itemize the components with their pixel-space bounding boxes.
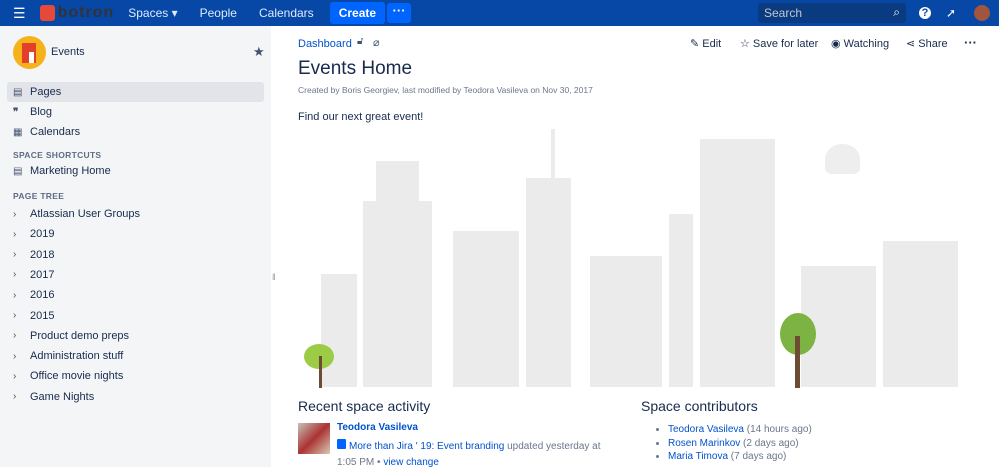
sidebar-item-pages[interactable]: ▤ Pages	[7, 82, 264, 102]
edit-button[interactable]: ✎ Edit	[690, 37, 721, 50]
chevron-right-icon[interactable]: ›	[13, 249, 25, 260]
page-tree-item[interactable]: › Atlassian User Groups	[7, 204, 264, 224]
quote-icon: ❞	[13, 106, 19, 118]
chevron-right-icon[interactable]: ›	[13, 269, 25, 280]
space-avatar[interactable]	[13, 36, 46, 69]
contributor-item: Rosen Marinkov (2 days ago)	[668, 437, 812, 451]
nav-calendars[interactable]: Calendars	[259, 6, 314, 20]
attachment-icon[interactable]: ⌀	[373, 36, 380, 49]
page-byline: Created by Boris Georgiev, last modified…	[298, 85, 593, 95]
notifications-icon[interactable]: ➚	[946, 6, 956, 20]
shortcuts-heading: SPACE SHORTCUTS	[13, 150, 102, 160]
chevron-right-icon[interactable]: ›	[13, 391, 25, 402]
shortcut-marketing-home[interactable]: ▤ Marketing Home	[7, 161, 264, 181]
menu-icon[interactable]: ☰	[13, 5, 26, 22]
chevron-right-icon[interactable]: ›	[13, 290, 25, 301]
intro-text: Find our next great event!	[298, 111, 424, 123]
page-tree-item[interactable]: › Game Nights	[7, 387, 264, 407]
page-tree-item[interactable]: › 2016	[7, 285, 264, 305]
restrictions-icon[interactable]: 🔓︎	[357, 36, 363, 47]
activity-user-avatar[interactable]	[298, 423, 330, 454]
contributors-heading: Space contributors	[641, 398, 758, 414]
page-icon: ▤	[13, 165, 23, 177]
star-icon[interactable]: ★	[253, 44, 265, 60]
search-icon: ⌕	[893, 5, 900, 19]
sidebar: Events ★ ▤ Pages ❞ Blog ▦ Calendars SPACE S…	[0, 26, 276, 467]
page-tree-item[interactable]: › 2018	[7, 245, 264, 265]
page-title: Events Home	[298, 58, 413, 79]
page-tree-item[interactable]: › Administration stuff	[7, 346, 264, 366]
calendar-icon: ▦	[13, 126, 23, 138]
page-tree-item[interactable]: › 2017	[7, 265, 264, 285]
page-icon	[337, 439, 346, 449]
chevron-right-icon[interactable]: ›	[13, 310, 25, 321]
activity-page-link[interactable]: More than Jira ' 19: Event branding	[349, 441, 504, 452]
sidebar-item-blog[interactable]: ❞ Blog	[7, 102, 264, 122]
space-name[interactable]: Events	[51, 46, 85, 58]
contributor-item: Maria Timova (7 days ago)	[668, 450, 812, 464]
page-tree-item[interactable]: › 2015	[7, 306, 264, 326]
nav-spaces[interactable]: Spaces ▾	[128, 6, 177, 20]
sidebar-item-calendars[interactable]: ▦ Calendars	[7, 122, 264, 142]
create-more-button[interactable]: ···	[387, 3, 412, 23]
avatar[interactable]	[974, 5, 990, 21]
page-icon: ▤	[13, 86, 23, 98]
chevron-right-icon[interactable]: ›	[13, 330, 25, 341]
chevron-right-icon[interactable]: ›	[13, 351, 25, 362]
more-actions-button[interactable]: ···	[964, 35, 977, 50]
create-button[interactable]: Create	[329, 2, 386, 24]
activity-user-link[interactable]: Teodora Vasileva	[337, 422, 418, 433]
main-content: Dashboard 🔓︎ ⌀ ✎ Edit ☆ Save for later ◉…	[271, 26, 999, 468]
chevron-right-icon[interactable]: ›	[13, 229, 25, 240]
botron-logo[interactable]: botron	[39, 4, 115, 22]
share-button[interactable]: ⋖ Share	[906, 37, 948, 50]
help-icon[interactable]: ?	[919, 7, 931, 19]
page-tree-item[interactable]: › Office movie nights	[7, 366, 264, 386]
nav-people[interactable]: People	[200, 6, 237, 20]
contributors-list: Teodora Vasileva (14 hours ago) Rosen Ma…	[668, 423, 812, 464]
recent-activity-heading: Recent space activity	[298, 398, 431, 414]
view-change-link[interactable]: view change	[383, 457, 439, 468]
watching-button[interactable]: ◉ Watching	[831, 37, 889, 50]
page-tree-item[interactable]: › 2019	[7, 224, 264, 244]
contributor-item: Teodora Vasileva (14 hours ago)	[668, 423, 812, 437]
page-tree-item[interactable]: › Product demo preps	[7, 326, 264, 346]
chevron-right-icon[interactable]: ›	[13, 371, 25, 382]
activity-entry: More than Jira ' 19: Event branding upda…	[337, 439, 601, 468]
breadcrumb-dashboard[interactable]: Dashboard	[298, 38, 352, 50]
search-input[interactable]: Search ⌕	[758, 3, 906, 23]
top-navigation: ☰ botron Spaces ▾ People Calendars Creat…	[0, 0, 999, 26]
page-tree-heading: PAGE TREE	[13, 191, 65, 201]
save-for-later-button[interactable]: ☆ Save for later	[740, 37, 818, 50]
chevron-right-icon[interactable]: ›	[13, 209, 25, 220]
